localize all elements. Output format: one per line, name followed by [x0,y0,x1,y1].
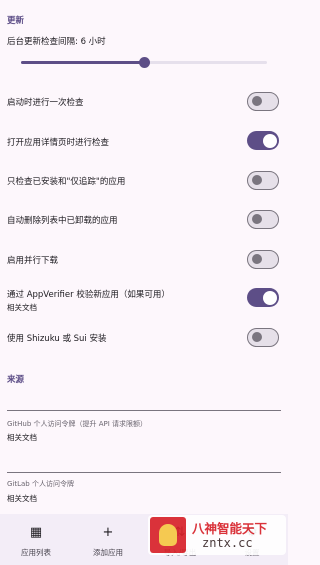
toggle-knob [252,175,262,185]
github-docs-link[interactable]: 相关文档 [7,432,37,443]
section-title-updates: 更新 [7,16,25,26]
nav-item-app-list[interactable]: ▦ 应用列表 [0,514,72,565]
toggle-knob [252,96,262,106]
gitlab-token-label: GitLab 个人访问令牌 [7,480,74,488]
toggle-parallel-downloads[interactable] [247,250,279,269]
setting-label-installed-only: 只检查已安装和"仅追踪"的应用 [7,177,126,187]
appverifier-docs-link[interactable]: 相关文档 [7,302,37,313]
grid-icon: ▦ [29,525,43,540]
watermark-domain: zntx.cc [202,536,253,550]
watermark-title: 八神智能天下 [192,521,268,536]
setting-label-appverifier: 通过 AppVerifier 校验新应用（如果可用） [7,290,170,300]
watermark-logo [150,517,186,553]
setting-label-auto-remove-uninstalled: 自动删除列表中已卸载的应用 [7,216,118,226]
toggle-shizuku[interactable] [247,328,279,347]
gitlab-docs-link[interactable]: 相关文档 [7,493,37,504]
update-interval-slider[interactable] [21,57,267,68]
setting-label-check-on-details: 打开应用详情页时进行检查 [7,138,110,148]
toggle-knob [252,254,262,264]
nav-label-app-list: 应用列表 [21,548,51,557]
field-divider [7,410,281,411]
toggle-knob [252,214,262,224]
toggle-knob [263,133,277,148]
toggle-auto-remove-uninstalled[interactable] [247,210,279,229]
plus-icon: + [102,525,114,540]
slider-thumb[interactable] [139,57,150,68]
toggle-appverifier[interactable] [247,288,279,307]
toggle-knob [263,290,277,305]
nav-label-add-app: 添加应用 [93,548,123,557]
toggle-check-on-details[interactable] [247,131,279,150]
setting-label-check-on-startup: 启动时进行一次检查 [7,98,84,108]
toggle-installed-only[interactable] [247,171,279,190]
watermark-overlay: 八神智能天下 zntx.cc [148,515,286,555]
toggle-check-on-startup[interactable] [247,92,279,111]
setting-label-shizuku: 使用 Shizuku 或 Sui 安装 [7,334,107,344]
update-interval-label: 后台更新检查间隔: 6 小时 [7,37,106,47]
github-token-label: GitHub 个人访问令牌（提升 API 请求限额） [7,420,148,428]
hand-icon [159,524,177,546]
toggle-knob [252,332,262,342]
section-title-sources: 来源 [7,375,25,385]
field-divider [7,472,281,473]
nav-item-add-app[interactable]: + 添加应用 [72,514,144,565]
setting-label-parallel-downloads: 启用并行下载 [7,256,59,266]
slider-fill [21,61,144,64]
